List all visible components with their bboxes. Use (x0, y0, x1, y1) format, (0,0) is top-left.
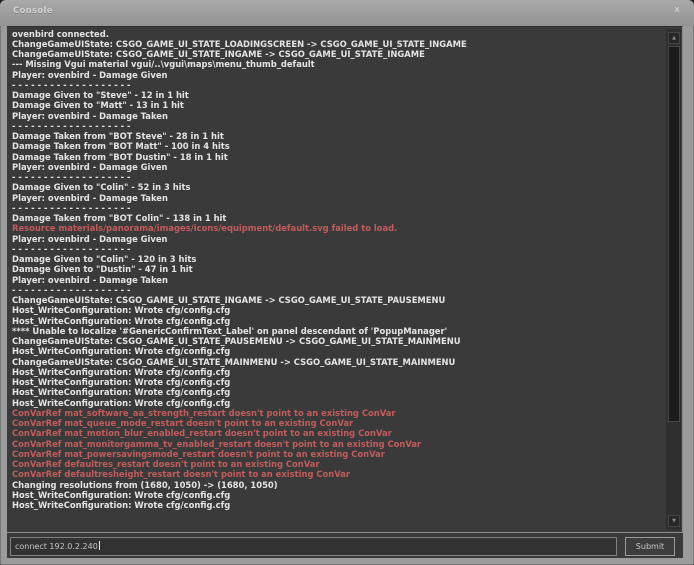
log-line: Host_WriteConfiguration: Wrote cfg/confi… (12, 490, 660, 500)
window-title: Console (13, 6, 53, 16)
log-line: Damage Taken from "BOT Colin" - 138 in 1… (12, 213, 660, 223)
log-line: Host_WriteConfiguration: Wrote cfg/confi… (12, 316, 660, 326)
down-arrow-icon: ▼ (672, 518, 676, 524)
log-line: - - - - - - - - - - - - - - - - - - - (12, 203, 660, 213)
scroll-up-button[interactable]: ▲ (668, 32, 680, 44)
log-line: Player: ovenbird - Damage Given (12, 162, 660, 172)
scrollbar[interactable]: ▲ ▼ (666, 29, 681, 530)
screen: Console x ovenbird connected.ChangeGameU… (0, 0, 694, 565)
log-line: - - - - - - - - - - - - - - - - - - - (12, 121, 660, 131)
log-line: Damage Given to "Colin" - 52 in 3 hits (12, 182, 660, 192)
log-line: Host_WriteConfiguration: Wrote cfg/confi… (12, 398, 660, 408)
scrollbar-thumb[interactable] (668, 46, 680, 422)
log-line: Resource materials/panorama/images/icons… (12, 223, 660, 233)
log-line: ConVarRef mat_motion_blur_enabled_restar… (12, 428, 660, 438)
console-window: Console x ovenbird connected.ChangeGameU… (0, 0, 694, 565)
log-line: ChangeGameUIState: CSGO_GAME_UI_STATE_IN… (12, 49, 660, 59)
log-line: Damage Given to "Colin" - 120 in 3 hits (12, 254, 660, 264)
log-line: Damage Given to "Steve" - 12 in 1 hit (12, 90, 660, 100)
command-input[interactable]: connect 192.0.2.240 (10, 537, 617, 556)
log-line: ConVarRef defaultres_restart doesn't poi… (12, 459, 660, 469)
log-line: ChangeGameUIState: CSGO_GAME_UI_STATE_IN… (12, 295, 660, 305)
log-line: Host_WriteConfiguration: Wrote cfg/confi… (12, 305, 660, 315)
titlebar[interactable]: Console x (0, 0, 694, 26)
log-line: - - - - - - - - - - - - - - - - - - - (12, 172, 660, 182)
log-line: ConVarRef mat_queue_mode_restart doesn't… (12, 418, 660, 428)
log-line: Host_WriteConfiguration: Wrote cfg/confi… (12, 500, 660, 510)
log-line: - - - - - - - - - - - - - - - - - - - (12, 285, 660, 295)
log-line: Damage Given to "Dustin" - 47 in 1 hit (12, 264, 660, 274)
log-line: Host_WriteConfiguration: Wrote cfg/confi… (12, 346, 660, 356)
log-line: Player: ovenbird - Damage Given (12, 70, 660, 80)
log-line: Damage Given to "Matt" - 13 in 1 hit (12, 100, 660, 110)
console-log: ovenbird connected.ChangeGameUIState: CS… (12, 29, 660, 511)
log-line: ConVarRef mat_powersavingsmode_restart d… (12, 449, 660, 459)
log-line: ConVarRef defaultresheight_restart doesn… (12, 469, 660, 479)
log-line: Player: ovenbird - Damage Taken (12, 111, 660, 121)
log-line: Damage Taken from "BOT Steve" - 28 in 1 … (12, 131, 660, 141)
console-panel: ovenbird connected.ChangeGameUIState: CS… (7, 26, 683, 558)
log-line: Host_WriteConfiguration: Wrote cfg/confi… (12, 377, 660, 387)
log-line: Changing resolutions from (1680, 1050) -… (12, 480, 660, 490)
scroll-down-button[interactable]: ▼ (668, 515, 680, 527)
up-arrow-icon: ▲ (672, 35, 676, 41)
log-line: - - - - - - - - - - - - - - - - - - - (12, 80, 660, 90)
log-line: ChangeGameUIState: CSGO_GAME_UI_STATE_PA… (12, 336, 660, 346)
close-icon[interactable]: x (671, 4, 683, 16)
submit-button[interactable]: Submit (625, 537, 675, 556)
log-line: Player: ovenbird - Damage Given (12, 234, 660, 244)
log-line: Player: ovenbird - Damage Taken (12, 193, 660, 203)
log-line: **** Unable to localize '#GenericConfirm… (12, 326, 660, 336)
log-line: ChangeGameUIState: CSGO_GAME_UI_STATE_MA… (12, 357, 660, 367)
log-line: Host_WriteConfiguration: Wrote cfg/confi… (12, 387, 660, 397)
log-line: --- Missing Vgui material vgui/..\vgui\m… (12, 59, 660, 69)
command-input-value: connect 192.0.2.240 (15, 542, 98, 551)
log-line: - - - - - - - - - - - - - - - - - - - (12, 244, 660, 254)
log-line: ConVarRef mat_monitorgamma_tv_enabled_re… (12, 439, 660, 449)
log-line: ovenbird connected. (12, 29, 660, 39)
log-line: Player: ovenbird - Damage Taken (12, 275, 660, 285)
log-line: ChangeGameUIState: CSGO_GAME_UI_STATE_LO… (12, 39, 660, 49)
log-line: Host_WriteConfiguration: Wrote cfg/confi… (12, 367, 660, 377)
log-viewport: ovenbird connected.ChangeGameUIState: CS… (7, 26, 683, 533)
log-line: ConVarRef mat_software_aa_strength_resta… (12, 408, 660, 418)
text-cursor (99, 541, 100, 550)
log-line: Damage Taken from "BOT Dustin" - 18 in 1… (12, 152, 660, 162)
log-line: Damage Taken from "BOT Matt" - 100 in 4 … (12, 141, 660, 151)
